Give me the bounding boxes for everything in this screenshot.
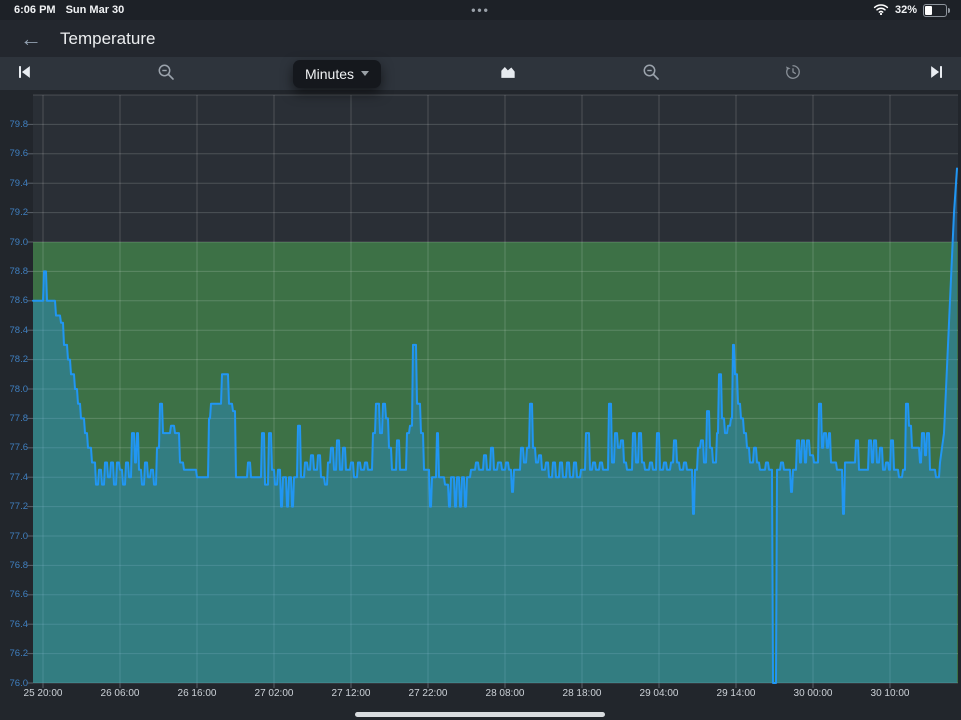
y-axis-label: 76.4 [0, 619, 28, 630]
x-axis-label: 27 02:00 [255, 688, 294, 699]
y-axis-label: 78.6 [0, 295, 28, 306]
magnifier-minus-icon [642, 63, 660, 84]
x-axis-label: 26 16:00 [178, 688, 217, 699]
status-bar: 6:06 PM Sun Mar 30 ••• 32% [0, 0, 961, 20]
chart-section: 79.8 79.6 79.4 79.2 79.0 78.8 78.6 78.4 78.2 78.0… [0, 90, 961, 720]
x-axis-label: 26 06:00 [101, 688, 140, 699]
x-axis-label: 27 12:00 [332, 688, 371, 699]
zoom-button-right[interactable] [636, 61, 666, 86]
y-axis-label: 76.8 [0, 560, 28, 571]
dropdown-caret-icon [361, 71, 369, 76]
chart-type-button[interactable] [492, 60, 524, 87]
y-axis-label: 78.4 [0, 325, 28, 336]
x-axis-label: 28 18:00 [563, 688, 602, 699]
y-axis-label: 77.8 [0, 413, 28, 424]
y-axis-label: 77.2 [0, 501, 28, 512]
y-axis-label: 76.2 [0, 648, 28, 659]
y-axis-label: 78.2 [0, 354, 28, 365]
x-axis-label: 29 14:00 [717, 688, 756, 699]
skip-to-end-button[interactable] [921, 60, 953, 87]
y-axis-label: 76.6 [0, 589, 28, 600]
nav-bar: ← Temperature [0, 20, 961, 57]
skip-to-end-icon [927, 62, 947, 85]
y-axis-label: 77.4 [0, 472, 28, 483]
chart-toolbar: Minutes [0, 57, 961, 90]
y-axis-label: 79.2 [0, 207, 28, 218]
y-axis-label: 77.0 [0, 531, 28, 542]
app-screen: 6:06 PM Sun Mar 30 ••• 32% ← Temperature [0, 0, 961, 720]
battery-icon [923, 4, 947, 17]
history-clock-icon [783, 62, 803, 85]
skip-to-start-button[interactable] [8, 60, 40, 87]
temperature-chart-svg[interactable] [33, 95, 958, 683]
back-button[interactable]: ← [16, 28, 46, 50]
x-axis-label: 25 20:00 [24, 688, 63, 699]
y-axis-label: 78.8 [0, 266, 28, 277]
y-axis-label: 79.8 [0, 119, 28, 130]
skip-to-start-icon [14, 62, 34, 85]
x-axis-label: 30 00:00 [794, 688, 833, 699]
magnifier-minus-icon [157, 63, 175, 84]
history-button[interactable] [777, 60, 809, 87]
y-axis-label: 79.0 [0, 237, 28, 248]
y-axis-label: 79.6 [0, 148, 28, 159]
page-title: Temperature [60, 29, 155, 49]
interval-dropdown[interactable]: Minutes [293, 60, 381, 88]
y-axis-label: 78.0 [0, 384, 28, 395]
x-axis-label: 27 22:00 [409, 688, 448, 699]
interval-label: Minutes [305, 66, 354, 82]
more-dots-icon: ••• [0, 0, 961, 20]
home-indicator[interactable] [355, 712, 605, 717]
x-axis-label: 30 10:00 [871, 688, 910, 699]
x-axis-label: 28 08:00 [486, 688, 525, 699]
x-axis-label: 29 04:00 [640, 688, 679, 699]
zoom-button-left[interactable] [151, 61, 181, 86]
y-axis-label: 76.0 [0, 678, 28, 689]
area-chart-icon [498, 62, 518, 85]
y-axis-label: 77.6 [0, 442, 28, 453]
y-axis-label: 79.4 [0, 178, 28, 189]
